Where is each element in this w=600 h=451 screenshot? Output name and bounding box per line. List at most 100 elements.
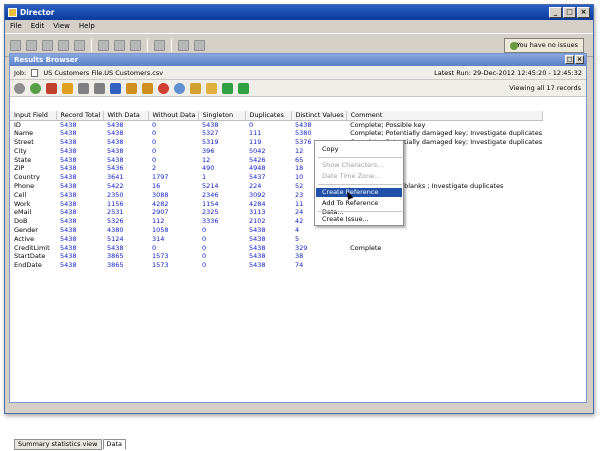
cell-value[interactable]: 5438 [198, 120, 245, 129]
cell-field-name[interactable]: ZIP [10, 164, 56, 173]
cell-value[interactable]: 5438 [103, 156, 148, 165]
cell-value[interactable]: 2102 [245, 217, 291, 226]
table-row[interactable]: DoB 5438 5326 112 3336 2102 42 [10, 217, 542, 226]
redo-icon[interactable] [74, 39, 85, 51]
cell-value[interactable]: 1573 [148, 261, 198, 270]
cell-comment[interactable] [346, 226, 542, 235]
note-icon[interactable] [190, 82, 201, 94]
cell-field-name[interactable]: Cell [10, 191, 56, 200]
cell-field-name[interactable]: Country [10, 173, 56, 182]
refresh-icon[interactable] [30, 82, 41, 94]
cell-value[interactable]: 16 [148, 182, 198, 191]
panel-restore-button[interactable]: □ [565, 55, 574, 64]
cell-value[interactable]: 3865 [103, 252, 148, 261]
cell-value[interactable]: 5326 [103, 217, 148, 226]
cell-value[interactable]: 3865 [103, 261, 148, 270]
cell-value[interactable]: 5124 [103, 235, 148, 244]
cell-value[interactable]: 74 [291, 261, 346, 270]
col-distinct-values[interactable]: Distinct Values [291, 111, 347, 121]
cell-value[interactable]: 5436 [103, 164, 148, 173]
cell-value[interactable]: 5438 [245, 235, 291, 244]
col-singleton[interactable]: Singleton [198, 111, 246, 121]
cell-value[interactable]: 4380 [103, 226, 148, 235]
cell-value[interactable]: 0 [245, 120, 291, 129]
paste-icon[interactable] [114, 39, 125, 51]
cell-value[interactable]: 5438 [56, 164, 103, 173]
excel-export-icon[interactable] [238, 82, 249, 94]
table-row[interactable]: CreditLimit 5438 5438 0 0 5438 329 Complete [10, 244, 542, 253]
cell-value[interactable]: 5 [291, 235, 346, 244]
cell-value[interactable]: 0 [148, 147, 198, 156]
cell-value[interactable]: 5380 [291, 129, 346, 138]
cell-value[interactable]: 1573 [148, 252, 198, 261]
sort-icon[interactable] [142, 82, 153, 94]
cell-comment[interactable] [346, 261, 542, 270]
table-row[interactable]: ID 5438 5438 0 5438 0 5438 Complete; Possible k… [10, 120, 542, 129]
cell-value[interactable]: 4282 [148, 200, 198, 209]
table-row[interactable]: Cell 5438 2350 3088 2346 3092 23 [10, 191, 542, 200]
col-record-total[interactable]: Record Total [56, 111, 104, 121]
col-without-data[interactable]: Without Data [148, 111, 199, 121]
question-icon[interactable] [62, 82, 73, 94]
cell-field-name[interactable]: State [10, 156, 56, 165]
cell-value[interactable]: 5438 [56, 156, 103, 165]
cell-value[interactable]: 5319 [198, 138, 245, 147]
cell-value[interactable]: 5438 [103, 138, 148, 147]
cell-value[interactable]: 1154 [198, 200, 245, 209]
cell-value[interactable]: 5438 [56, 208, 103, 217]
cell-value[interactable]: 224 [245, 182, 291, 191]
cell-value[interactable]: 2907 [148, 208, 198, 217]
table-row[interactable]: Country 5438 3641 1797 1 5437 10 [10, 173, 542, 182]
menu-item-create-issue[interactable]: Create Issue... [316, 215, 402, 224]
undo-icon[interactable] [58, 39, 69, 51]
cell-value[interactable]: 0 [198, 235, 245, 244]
window-icon[interactable] [154, 39, 165, 51]
cell-value[interactable]: 3088 [148, 191, 198, 200]
table-row[interactable]: Name 5438 5438 0 5327 111 5380 Complete; Potent… [10, 129, 542, 138]
cell-value[interactable]: 5438 [56, 120, 103, 129]
image-icon[interactable] [194, 39, 205, 51]
cell-value[interactable]: 5438 [56, 129, 103, 138]
cell-value[interactable]: 5438 [56, 252, 103, 261]
cell-value[interactable]: 314 [148, 235, 198, 244]
menu-view[interactable]: View [53, 20, 70, 32]
table-row[interactable]: EndDate 5438 3865 1573 0 5438 74 [10, 261, 542, 270]
cell-value[interactable]: 5438 [56, 182, 103, 191]
table-row[interactable]: Active 5438 5124 314 0 5438 5 [10, 235, 542, 244]
cell-value[interactable]: 0 [148, 138, 198, 147]
panel-close-button[interactable]: × [575, 55, 584, 64]
cell-value[interactable]: 2346 [198, 191, 245, 200]
col-comment[interactable]: Comment [346, 111, 543, 121]
cell-value[interactable]: 0 [198, 261, 245, 270]
cell-value[interactable]: 5438 [56, 191, 103, 200]
cell-value[interactable]: 119 [245, 138, 291, 147]
cell-field-name[interactable]: Street [10, 138, 56, 147]
menu-help[interactable]: Help [79, 20, 95, 32]
cell-field-name[interactable]: Work [10, 200, 56, 209]
cell-value[interactable]: 5438 [56, 235, 103, 244]
cell-value[interactable]: 5438 [56, 244, 103, 253]
cell-value[interactable]: 0 [198, 226, 245, 235]
cell-value[interactable]: 329 [291, 244, 346, 253]
cell-field-name[interactable]: StartDate [10, 252, 56, 261]
cell-field-name[interactable]: Gender [10, 226, 56, 235]
cell-value[interactable]: 5438 [103, 120, 148, 129]
cell-value[interactable]: 3641 [103, 173, 148, 182]
issues-button[interactable]: You have no issues [504, 38, 584, 53]
menu-item-show-characters[interactable]: Show Characters... [316, 161, 402, 170]
cell-value[interactable]: 5426 [245, 156, 291, 165]
cell-field-name[interactable]: Name [10, 129, 56, 138]
cell-value[interactable]: 112 [148, 217, 198, 226]
globe-icon[interactable] [174, 82, 185, 94]
menu-file[interactable]: File [10, 20, 22, 32]
cell-value[interactable]: 5438 [103, 244, 148, 253]
menu-edit[interactable]: Edit [31, 20, 45, 32]
table-row[interactable]: State 5438 5438 0 12 5426 65 [10, 156, 542, 165]
cell-value[interactable]: 5327 [198, 129, 245, 138]
calendar-icon[interactable] [178, 39, 189, 51]
cell-field-name[interactable]: DoB [10, 217, 56, 226]
cell-comment[interactable]: Complete; Possible key [346, 120, 542, 129]
cell-value[interactable]: 5438 [56, 138, 103, 147]
cell-value[interactable]: 38 [291, 252, 346, 261]
cell-value[interactable]: 3336 [198, 217, 245, 226]
